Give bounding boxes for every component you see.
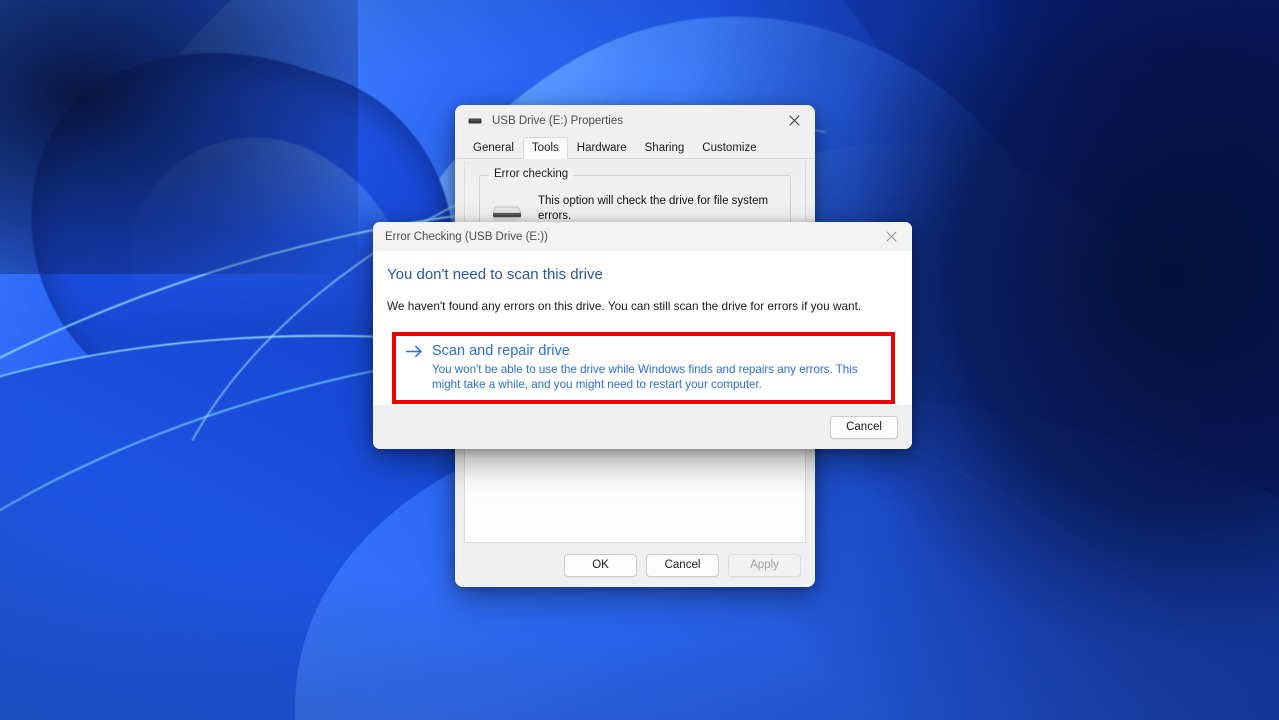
scan-link-text-block: Scan and repair drive You won't be able …	[432, 342, 881, 392]
desktop: USB Drive (E:) Properties General Tools …	[0, 0, 1279, 720]
scan-and-repair-drive-link[interactable]: Scan and repair drive You won't be able …	[406, 342, 881, 392]
error-checking-body: You don't need to scan this drive We hav…	[373, 251, 912, 405]
properties-title-text: USB Drive (E:) Properties	[492, 114, 624, 127]
properties-titlebar[interactable]: USB Drive (E:) Properties	[455, 105, 815, 136]
close-icon[interactable]	[870, 222, 912, 251]
cancel-button[interactable]: Cancel	[646, 553, 719, 577]
tab-general[interactable]: General	[464, 137, 523, 159]
error-checking-legend: Error checking	[489, 168, 574, 180]
tab-customize[interactable]: Customize	[693, 137, 765, 159]
drive-icon	[467, 113, 483, 129]
error-checking-content: This option will check the drive for fil…	[480, 176, 790, 228]
properties-tabstrip: General Tools Hardware Sharing Customize	[455, 136, 815, 159]
scan-link-description: You won't be able to use the drive while…	[432, 363, 858, 391]
scan-option-highlight-box: Scan and repair drive You won't be able …	[392, 332, 895, 404]
error-checking-subtext: We haven't found any errors on this driv…	[387, 299, 862, 313]
error-checking-footer: Cancel	[373, 405, 912, 449]
ok-button[interactable]: OK	[564, 553, 637, 577]
tab-sharing[interactable]: Sharing	[636, 137, 694, 159]
error-checking-title-text: Error Checking (USB Drive (E:))	[385, 230, 548, 243]
tab-hardware[interactable]: Hardware	[568, 137, 636, 159]
error-checking-dialog: Error Checking (USB Drive (E:)) You don'…	[373, 222, 912, 449]
error-checking-cancel-button[interactable]: Cancel	[830, 415, 898, 439]
arrow-right-icon	[406, 342, 423, 363]
close-icon[interactable]	[773, 105, 815, 136]
scan-link-title: Scan and repair drive	[432, 343, 570, 359]
apply-button[interactable]: Apply	[728, 553, 801, 577]
properties-footer: OK Cancel Apply	[455, 543, 815, 587]
error-checking-heading: You don't need to scan this drive	[387, 266, 603, 283]
error-checking-titlebar[interactable]: Error Checking (USB Drive (E:))	[373, 222, 912, 252]
wallpaper-shadow-topleft	[0, 0, 359, 274]
tab-tools[interactable]: Tools	[522, 137, 568, 159]
